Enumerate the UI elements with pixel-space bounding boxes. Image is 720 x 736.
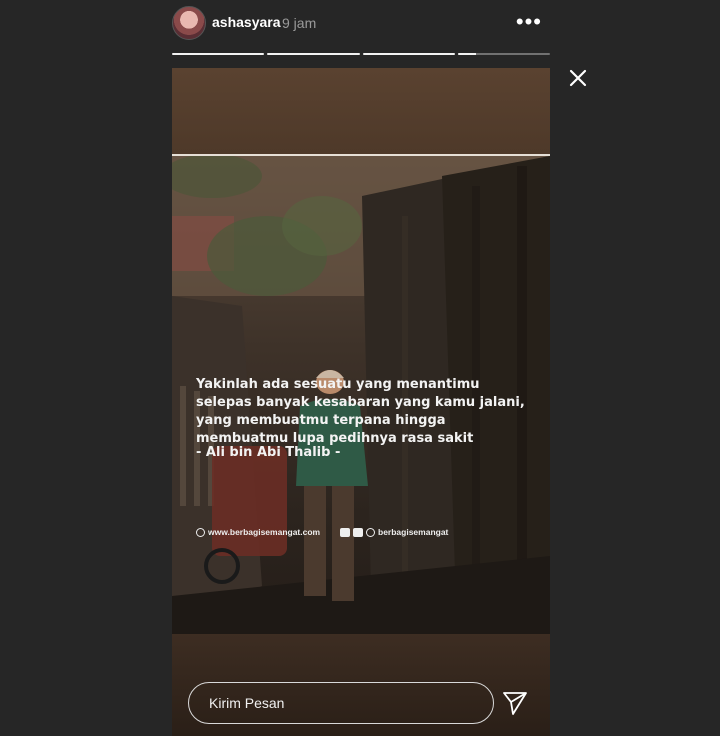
social-credit: berbagisemangat [340, 527, 448, 537]
progress-fill [267, 53, 360, 55]
post-time: 9 jam [282, 15, 317, 31]
quote-text: Yakinlah ada sesuatu yang menantimu sele… [196, 377, 525, 446]
facebook-icon [353, 527, 363, 537]
instagram-icon [366, 527, 375, 537]
website-text: www.berbagisemangat.com [208, 527, 321, 537]
website-credit: www.berbagisemangat.com [196, 527, 320, 537]
progress-segment [267, 53, 360, 55]
social-handle: berbagisemangat [378, 527, 449, 537]
story-top-panel [172, 68, 550, 154]
quote-author: - Ali bin Abi Thalib - [196, 445, 341, 460]
progress-segment [362, 53, 455, 55]
story-progress [172, 53, 550, 56]
progress-fill [362, 53, 455, 55]
more-options-icon[interactable]: ••• [516, 9, 542, 35]
story-header: ashasyara 9 jam ••• [172, 6, 550, 40]
progress-segment [172, 53, 265, 55]
close-icon[interactable] [566, 66, 590, 90]
reply-input[interactable]: Kirim Pesan [188, 682, 494, 724]
avatar[interactable] [172, 6, 206, 40]
globe-icon [196, 527, 205, 537]
progress-fill [457, 53, 477, 55]
username[interactable]: ashasyara [212, 14, 281, 30]
progress-fill [172, 53, 265, 55]
paper-plane-icon[interactable] [501, 689, 529, 717]
progress-segment [457, 53, 550, 55]
story-frame[interactable]: Yakinlah ada sesuatu yang menantimu sele… [172, 68, 550, 736]
youtube-icon [340, 527, 350, 537]
